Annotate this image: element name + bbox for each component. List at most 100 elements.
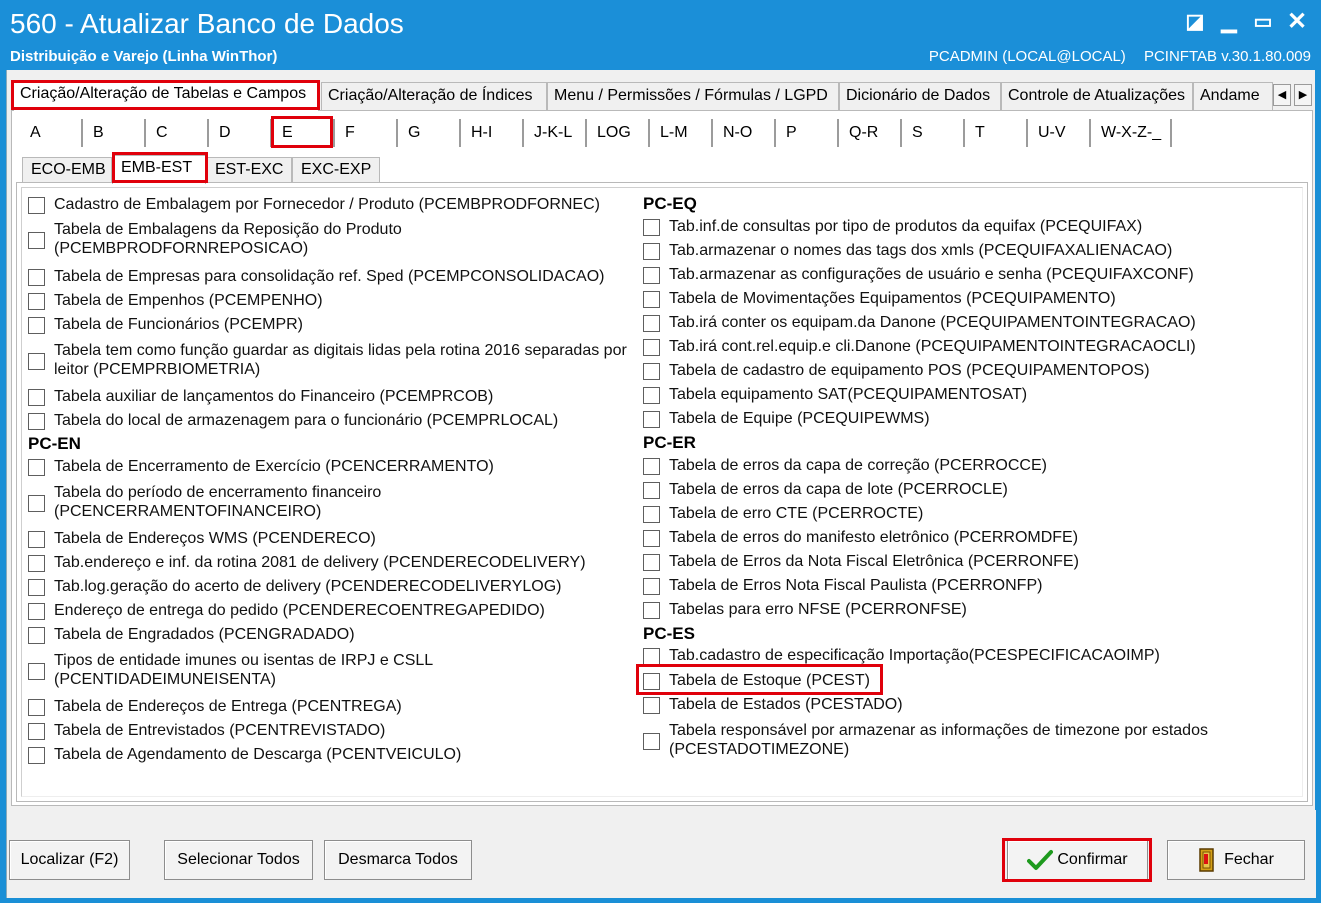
tab-letter-s[interactable]: S: [902, 119, 965, 147]
table-item[interactable]: Tabela de erros da capa de correção (PCE…: [643, 456, 1283, 476]
checkbox[interactable]: [28, 603, 45, 620]
checkbox[interactable]: [643, 578, 660, 595]
tab-criacao-indices[interactable]: Criação/Alteração de Índices: [321, 82, 547, 110]
table-item[interactable]: Tabela de Embalagens da Reposição do Pro…: [28, 220, 628, 260]
tab-dicionario[interactable]: Dicionário de Dados: [839, 82, 1001, 110]
tab-letter-l-m[interactable]: L-M: [650, 119, 713, 147]
tab-eco-emb[interactable]: ECO-EMB: [22, 157, 112, 183]
tab-letter-p[interactable]: P: [776, 119, 839, 147]
tab-letter-n-o[interactable]: N-O: [713, 119, 776, 147]
table-item[interactable]: Tabela tem como função guardar as digita…: [28, 341, 628, 381]
fechar-button[interactable]: Fechar: [1167, 840, 1305, 880]
table-item[interactable]: Tabelas para erro NFSE (PCERRONFSE): [643, 600, 1283, 620]
table-item[interactable]: Tabela de erros do manifesto eletrônico …: [643, 528, 1283, 548]
table-item[interactable]: Tabela de Erros da Nota Fiscal Eletrônic…: [643, 552, 1283, 572]
selecionar-todos-button[interactable]: Selecionar Todos: [164, 840, 313, 880]
confirmar-button[interactable]: Confirmar: [1007, 840, 1148, 880]
tab-menu-permissoes[interactable]: Menu / Permissões / Fórmulas / LGPD: [547, 82, 839, 110]
tab-letter-d[interactable]: D: [209, 119, 272, 147]
tab-letter-a[interactable]: A: [20, 119, 83, 147]
tab-letter-t[interactable]: T: [965, 119, 1028, 147]
table-item[interactable]: Tabela de cadastro de equipamento POS (P…: [643, 361, 1283, 381]
table-item[interactable]: Tabela de Entrevistados (PCENTREVISTADO): [28, 721, 628, 741]
tab-letter-f[interactable]: F: [335, 119, 398, 147]
checkbox[interactable]: [28, 353, 45, 370]
checkbox[interactable]: [643, 506, 660, 523]
checkbox[interactable]: [643, 482, 660, 499]
minimize-icon[interactable]: ▁: [1216, 10, 1242, 34]
table-item[interactable]: Tabela de Movimentações Equipamentos (PC…: [643, 289, 1283, 309]
checkbox[interactable]: [643, 673, 660, 690]
table-item[interactable]: Tab.armazenar o nomes das tags dos xmls …: [643, 241, 1283, 261]
checkbox[interactable]: [28, 699, 45, 716]
table-item[interactable]: Tabela do período de encerramento financ…: [28, 483, 628, 523]
close-icon[interactable]: ✕: [1284, 10, 1310, 34]
table-item[interactable]: Tab.irá conter os equipam.da Danone (PCE…: [643, 313, 1283, 333]
checkbox[interactable]: [643, 648, 660, 665]
table-item[interactable]: Tabela equipamento SAT(PCEQUIPAMENTOSAT): [643, 385, 1283, 405]
table-item[interactable]: Tab.armazenar as configurações de usuári…: [643, 265, 1283, 285]
tab-emb-est[interactable]: EMB-EST: [112, 155, 206, 184]
tab-letter-q-r[interactable]: Q-R: [839, 119, 902, 147]
checkbox[interactable]: [643, 363, 660, 380]
checkbox[interactable]: [28, 459, 45, 476]
table-item[interactable]: Tab.irá cont.rel.equip.e cli.Danone (PCE…: [643, 337, 1283, 357]
checkbox[interactable]: [28, 747, 45, 764]
checkbox[interactable]: [643, 339, 660, 356]
desmarca-todos-button[interactable]: Desmarca Todos: [324, 840, 472, 880]
checkbox[interactable]: [28, 293, 45, 310]
checkbox[interactable]: [28, 197, 45, 214]
table-item[interactable]: Cadastro de Embalagem por Fornecedor / P…: [28, 195, 628, 215]
title-bar[interactable]: 560 - Atualizar Banco de Dados Distribui…: [0, 0, 1321, 70]
checkbox[interactable]: [28, 495, 45, 512]
checkbox[interactable]: [643, 291, 660, 308]
table-item[interactable]: Tabela de Encerramento de Exercício (PCE…: [28, 457, 628, 477]
tab-letter-j-k-l[interactable]: J-K-L: [524, 119, 587, 147]
checkbox[interactable]: [28, 413, 45, 430]
table-item[interactable]: Tabela de Estados (PCESTADO): [643, 695, 1283, 715]
table-item[interactable]: Tabela de Empenhos (PCEMPENHO): [28, 291, 628, 311]
tab-letter-b[interactable]: B: [83, 119, 146, 147]
table-item[interactable]: Tabela auxiliar de lançamentos do Financ…: [28, 387, 628, 407]
table-item[interactable]: Tab.endereço e inf. da rotina 2081 de de…: [28, 553, 628, 573]
table-item[interactable]: Tabela de Equipe (PCEQUIPEWMS): [643, 409, 1283, 429]
table-item[interactable]: Tabela de Endereços WMS (PCENDERECO): [28, 529, 628, 549]
table-item[interactable]: Tabela de erros da capa de lote (PCERROC…: [643, 480, 1283, 500]
checkbox[interactable]: [28, 555, 45, 572]
table-item[interactable]: Tab.inf.de consultas por tipo de produto…: [643, 217, 1283, 237]
checkbox[interactable]: [28, 232, 45, 249]
checkbox[interactable]: [28, 627, 45, 644]
checkbox[interactable]: [643, 554, 660, 571]
checkbox[interactable]: [28, 317, 45, 334]
tab-exc-exp[interactable]: EXC-EXP: [292, 157, 380, 183]
table-item[interactable]: Tab.cadastro de especificação Importação…: [643, 646, 1283, 666]
checkbox[interactable]: [643, 458, 660, 475]
maximize-icon[interactable]: ▭: [1250, 10, 1276, 34]
checkbox[interactable]: [28, 269, 45, 286]
checkbox[interactable]: [643, 315, 660, 332]
table-item[interactable]: Tabela de Funcionários (PCEMPR): [28, 315, 628, 335]
checkbox[interactable]: [643, 267, 660, 284]
table-item[interactable]: Tabela de Endereços de Entrega (PCENTREG…: [28, 697, 628, 717]
tab-controle-atualizacoes[interactable]: Controle de Atualizações: [1001, 82, 1193, 110]
checkbox[interactable]: [28, 723, 45, 740]
table-item[interactable]: Tipos de entidade imunes ou isentas de I…: [28, 651, 628, 691]
tab-letter-e[interactable]: E: [272, 119, 335, 147]
table-item[interactable]: Tabela de Erros Nota Fiscal Paulista (PC…: [643, 576, 1283, 596]
table-item[interactable]: Endereço de entrega do pedido (PCENDEREC…: [28, 601, 628, 621]
table-item[interactable]: Tabela de Engradados (PCENGRADADO): [28, 625, 628, 645]
table-item[interactable]: Tabela responsável por armazenar as info…: [643, 721, 1283, 761]
table-item[interactable]: Tabela de Empresas para consolidação ref…: [28, 267, 628, 287]
table-item[interactable]: Tabela de erro CTE (PCERROCTE): [643, 504, 1283, 524]
tab-letter-log[interactable]: LOG: [587, 119, 650, 147]
checkbox[interactable]: [643, 219, 660, 236]
checkbox[interactable]: [643, 411, 660, 428]
checkbox[interactable]: [643, 530, 660, 547]
table-item[interactable]: Tabela do local de armazenagem para o fu…: [28, 411, 628, 431]
checkbox[interactable]: [28, 663, 45, 680]
tab-criacao-tabelas[interactable]: Criação/Alteração de Tabelas e Campos: [13, 80, 319, 111]
checkbox[interactable]: [643, 243, 660, 260]
checkbox[interactable]: [643, 602, 660, 619]
tab-letter-w-x-z[interactable]: W-X-Z-_: [1091, 119, 1172, 147]
tab-scroll-right-icon[interactable]: ▶: [1294, 84, 1312, 106]
